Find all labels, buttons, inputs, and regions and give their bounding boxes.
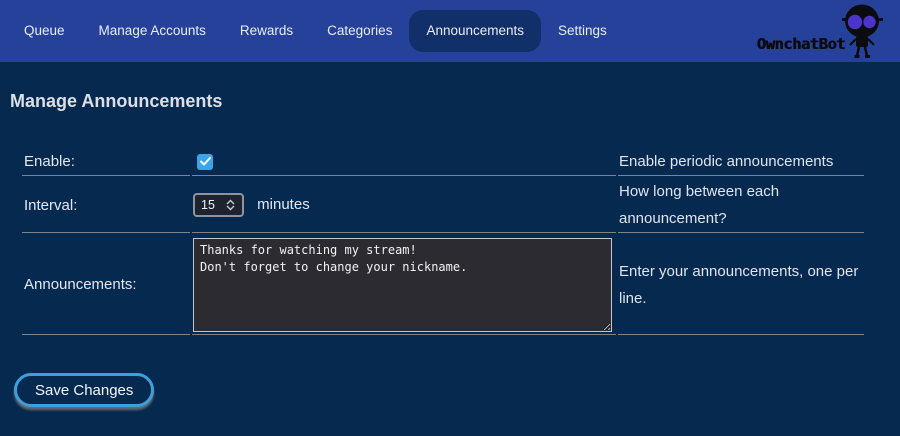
announcements-label: Announcements: [22,235,190,335]
nav-item-settings[interactable]: Settings [541,10,624,52]
form-row-announcements: Announcements: Thanks for watching my st… [22,235,864,335]
logo-wordmark: OwnchatBot [757,35,845,53]
form-row-interval: Interval: minutes [22,178,864,233]
enable-label: Enable: [22,148,190,176]
robot-mascot-icon [842,3,884,59]
ownchatbot-logo: OwnchatBot [757,3,884,59]
announcements-description: Enter your announcements, one per line. [618,235,864,335]
save-changes-button[interactable]: Save Changes [14,373,154,407]
form-row-enable: Enable: Enable periodic announcements [22,148,864,176]
checkmark-icon [200,153,211,170]
nav-item-queue[interactable]: Queue [7,10,82,52]
enable-checkbox[interactable] [197,154,213,170]
interval-spinner[interactable] [221,199,239,211]
announcements-form: Enable: Enable periodic announcements In… [20,146,866,337]
enable-description: Enable periodic announcements [618,148,864,176]
interval-label: Interval: [22,178,190,233]
nav-item-manage-accounts[interactable]: Manage Accounts [82,10,223,52]
interval-input-wrap [193,193,244,217]
interval-input[interactable] [195,198,221,212]
nav-item-categories[interactable]: Categories [310,10,409,52]
interval-unit-label: minutes [257,196,310,213]
nav-item-rewards[interactable]: Rewards [223,10,310,52]
interval-description: How long between each announcement? [618,178,864,233]
spinner-down-icon[interactable] [226,205,235,211]
nav-item-announcements[interactable]: Announcements [409,10,541,52]
nav-menu: Queue Manage Accounts Rewards Categories… [0,10,624,52]
announcements-textarea[interactable]: Thanks for watching my stream! Don't for… [193,238,612,332]
top-navigation: Queue Manage Accounts Rewards Categories… [0,0,900,62]
page-title: Manage Announcements [10,90,900,112]
